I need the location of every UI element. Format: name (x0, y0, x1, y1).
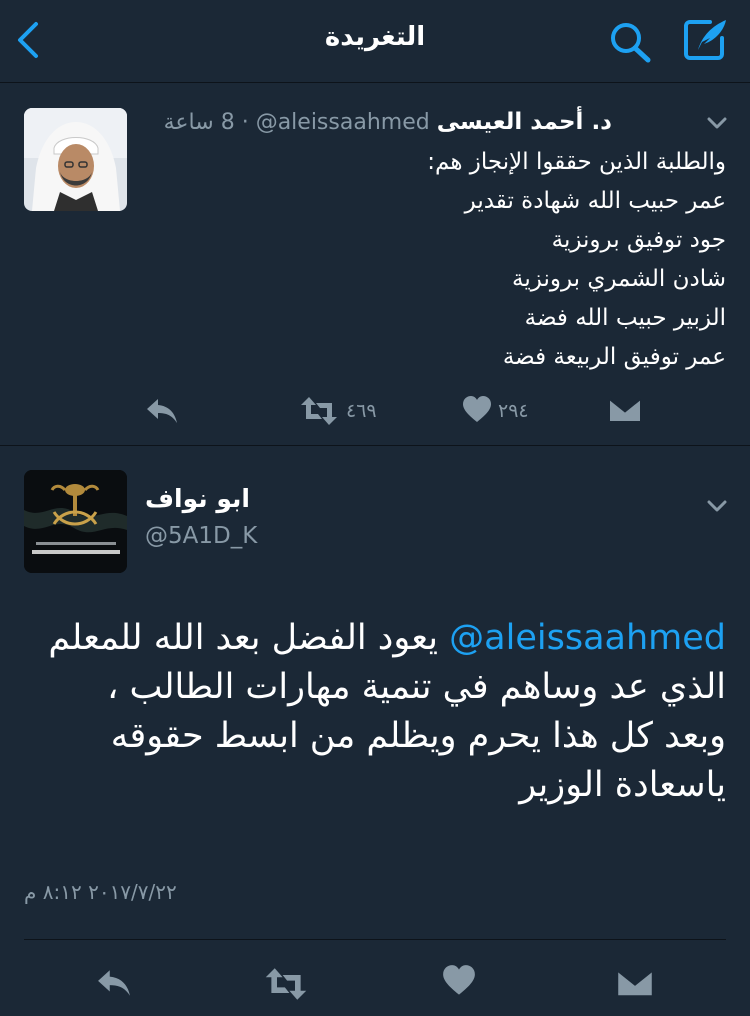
divider (24, 939, 726, 940)
avatar-photo (24, 108, 127, 211)
tweet-card[interactable]: د. أحمد العيسى @aleissaahmed · 8 ساعة وا… (0, 83, 750, 446)
tweet-timestamp: ٢٠١٧/٧/٢٢ ٨:١٢ م (24, 880, 177, 904)
compose-tweet-icon (684, 20, 726, 60)
direct-message-button[interactable] (608, 395, 642, 431)
separator-dot: · (241, 110, 249, 135)
retweet-icon (301, 397, 337, 425)
tweet-line: عمر حبيب الله شهادة تقدير (464, 188, 726, 214)
top-navigation-bar: التغريدة (0, 0, 750, 83)
reply-button[interactable] (94, 966, 134, 1002)
retweet-icon (265, 968, 307, 1000)
tweet-text: والطلبة الذين حققوا الإنجاز هم: عمر حبيب… (146, 143, 726, 377)
saudi-emblem-icon (24, 470, 127, 573)
tweet-options-button[interactable] (704, 496, 730, 516)
author-handle[interactable]: @5A1D_K (145, 523, 257, 549)
heart-icon (463, 396, 491, 422)
tweet-line: والطلبة الذين حققوا الإنجاز هم: (427, 149, 726, 175)
search-button[interactable] (608, 20, 654, 64)
retweet-button[interactable]: ٤٦٩ (300, 395, 390, 431)
reply-button[interactable] (144, 395, 180, 431)
direct-message-button[interactable] (616, 966, 654, 1002)
like-button[interactable]: ٢٩٤ (462, 395, 542, 431)
search-icon (611, 23, 651, 63)
avatar[interactable] (24, 470, 127, 573)
envelope-icon (617, 969, 653, 996)
heart-icon (443, 965, 475, 995)
like-count: ٢٩٤ (498, 400, 529, 422)
tweet-detail-card[interactable]: ابو نواف @5A1D_K @aleissaahmed يعود الفض… (0, 446, 750, 1016)
tweet-line: جود توفيق برونزية (551, 227, 726, 253)
like-button[interactable] (441, 964, 477, 1000)
tweet-time: 8 ساعة (163, 110, 235, 135)
envelope-icon (609, 398, 641, 421)
mention-link[interactable]: @aleissaahmed (449, 618, 726, 658)
reply-icon (98, 970, 130, 996)
avatar[interactable] (24, 108, 127, 211)
tweet-header: د. أحمد العيسى @aleissaahmed · 8 ساعة (164, 109, 612, 135)
reply-icon (147, 399, 177, 423)
tweet-line: الزبير حبيب الله فضة (524, 305, 726, 331)
tweet-text: @aleissaahmed يعود الفضل بعد الله للمعلم… (36, 614, 726, 810)
author-name[interactable]: د. أحمد العيسى (437, 109, 612, 135)
tweet-options-button[interactable] (704, 113, 730, 133)
compose-tweet-button[interactable] (680, 16, 730, 64)
author-name[interactable]: ابو نواف (145, 484, 250, 513)
retweet-count: ٤٦٩ (346, 400, 377, 422)
retweet-button[interactable] (264, 966, 308, 1002)
author-handle[interactable]: @aleissaahmed (256, 110, 430, 135)
chevron-down-icon (707, 117, 727, 129)
tweet-line: عمر توفيق الربيعة فضة (502, 344, 726, 370)
tweet-line: شادن الشمري برونزية (512, 266, 726, 292)
chevron-down-icon (707, 500, 727, 512)
